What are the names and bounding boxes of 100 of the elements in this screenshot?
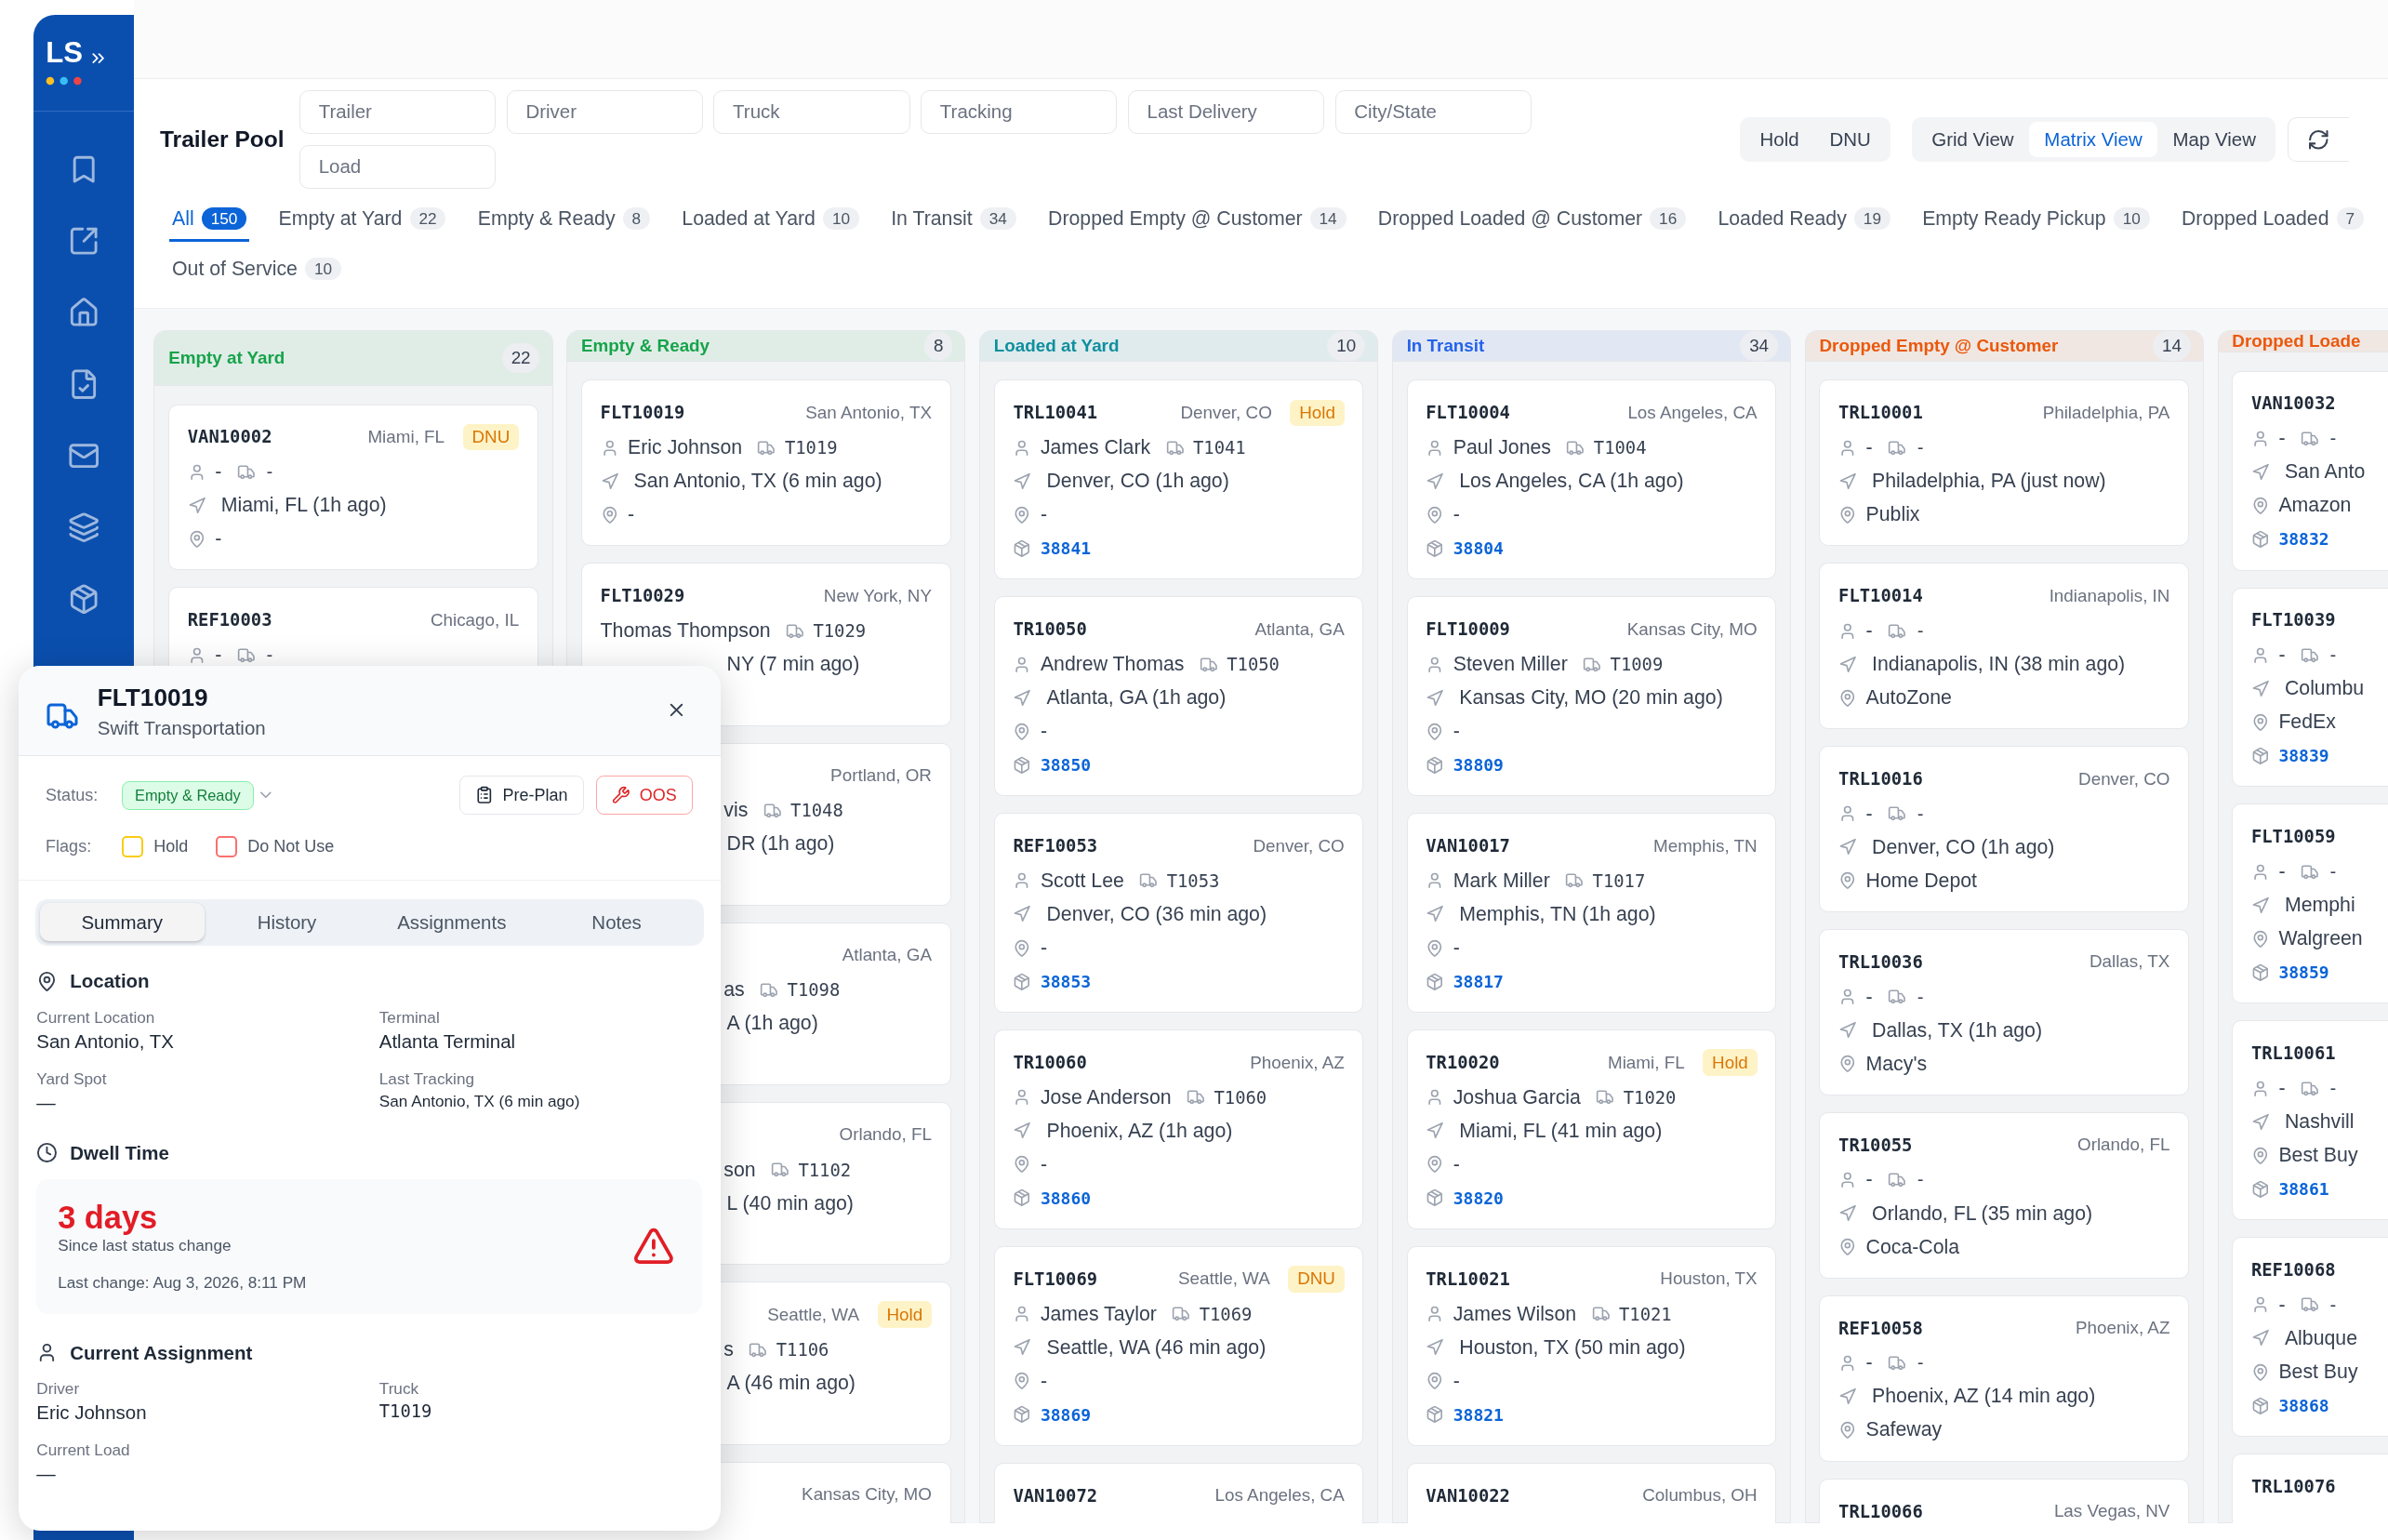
truck-number: -	[2328, 645, 2339, 666]
city-label: Dallas, TX	[2089, 951, 2170, 973]
trailer-id: TRL10041	[1013, 403, 1098, 423]
driver-name: -	[1865, 1168, 1873, 1192]
column-title: Loaded at Yard	[993, 335, 1120, 356]
site-name: -	[1040, 719, 1047, 743]
trailer-id: TRL10061	[2250, 1043, 2336, 1064]
trailer-id: FLT10004	[1426, 403, 1510, 423]
city-label: Orlando, FL	[2077, 1135, 2170, 1156]
driver-name: Mark Miller	[1453, 869, 1550, 893]
truck-number: -	[1915, 1170, 1926, 1190]
flags-label: Flags:	[46, 836, 93, 856]
site-name: -	[628, 503, 635, 527]
field-value: Eric Johnson	[36, 1401, 148, 1425]
last-location: Denver, CO (1h ago)	[1872, 835, 2055, 859]
truck-number: T1017	[1592, 870, 1646, 891]
city-label: Miami, FL	[367, 426, 445, 447]
last-location: Miami, FL (41 min ago)	[1459, 1119, 1663, 1143]
last-location: DR (1h ago)	[726, 832, 835, 856]
driver-name: Andrew Thomas	[1040, 652, 1185, 676]
driver-name: -	[2278, 859, 2286, 883]
last-location: Los Angeles, CA (1h ago)	[1459, 470, 1684, 493]
driver-name: son	[723, 1158, 756, 1182]
city-label: New York, NY	[823, 585, 932, 606]
city-label: Philadelphia, PA	[2042, 402, 2170, 423]
last-location: Philadelphia, PA (just now)	[1872, 470, 2106, 493]
driver-name: Scott Lee	[1040, 869, 1124, 893]
driver-name: -	[1865, 985, 1873, 1009]
column-count: 10	[1327, 330, 1366, 361]
city-label: Atlanta, GA	[1254, 618, 1345, 640]
truck-number: T1060	[1214, 1087, 1267, 1108]
last-location: Seattle, WA (46 min ago)	[1046, 1335, 1267, 1360]
city-label: Chicago, IL	[430, 609, 520, 631]
truck-number: T1102	[798, 1160, 852, 1180]
section-title: Location	[70, 970, 150, 993]
trailer-id: TRL10021	[1426, 1268, 1510, 1289]
column-title: Dropped Loade	[2232, 330, 2361, 352]
truck-number: T1021	[1619, 1304, 1672, 1324]
site-name: Walgreen	[2278, 927, 2363, 951]
site-name: -	[1453, 936, 1460, 960]
trailer-id: VAN10072	[1013, 1485, 1098, 1506]
last-location: Columbu	[2284, 677, 2365, 701]
trailer-id: VAN10017	[1426, 836, 1510, 856]
count-badge: 7	[2336, 207, 2364, 231]
city-label: Memphis, TN	[1653, 835, 1758, 856]
driver-name: -	[2278, 1293, 2286, 1317]
truck-number: T1029	[813, 620, 867, 641]
driver-name: -	[215, 644, 222, 667]
driver-name: Jose Anderson	[1040, 1085, 1172, 1109]
driver-name: Joshua Garcia	[1453, 1085, 1581, 1109]
trailer-id: FLT10029	[600, 586, 685, 606]
driver-name: James Wilson	[1453, 1302, 1577, 1326]
page-title: Trailer Pool	[159, 126, 285, 153]
site-name: -	[1453, 719, 1460, 743]
trailer-id: FLT10069	[1013, 1268, 1098, 1289]
truck-number: -	[264, 462, 275, 483]
count-badge: 10	[2113, 207, 2150, 231]
field-value: T1019	[378, 1401, 433, 1422]
driver-name: s	[723, 1337, 734, 1361]
truck-number: -	[1915, 987, 1926, 1007]
last-location: San Antonio, TX (6 min ago)	[633, 470, 882, 493]
trailer-id: VAN10032	[2250, 393, 2336, 414]
site-name: Coca-Cola	[1865, 1235, 1960, 1259]
trailer-id: TR10060	[1013, 1053, 1087, 1072]
last-location: A (46 min ago)	[726, 1371, 856, 1395]
field-label: Truck	[378, 1378, 420, 1399]
site-name: Publix	[1865, 503, 1920, 527]
column-count: 22	[501, 343, 540, 373]
site-name: -	[215, 527, 222, 551]
field-value: San Antonio, TX (6 min ago)	[378, 1092, 581, 1112]
count-badge: 19	[1854, 207, 1890, 231]
site-name: Amazon	[2278, 494, 2352, 518]
driver-name: as	[723, 978, 745, 1002]
last-location: Phoenix, AZ (1h ago)	[1046, 1119, 1233, 1143]
last-location: Atlanta, GA (1h ago)	[1046, 685, 1227, 710]
truck-number: T1041	[1192, 437, 1246, 458]
trailer-id: TR10020	[1426, 1053, 1500, 1072]
driver-name: Eric Johnson	[628, 435, 743, 459]
driver-name: -	[215, 460, 222, 485]
site-name: FedEx	[2278, 710, 2336, 735]
field-value: Atlanta Terminal	[378, 1030, 517, 1054]
count-badge: 22	[409, 207, 446, 231]
trailer-id: REF10068	[2250, 1260, 2336, 1281]
count-badge: 150	[201, 207, 247, 231]
city-label: Seattle, WA	[1178, 1268, 1270, 1290]
trailer-id: TRL10001	[1838, 403, 1923, 423]
status-label: Status:	[46, 785, 100, 805]
site-name: Safeway	[1865, 1418, 1943, 1442]
last-location: NY (7 min ago)	[726, 652, 860, 676]
truck-number: -	[2328, 429, 2339, 449]
dwell-caption: Since last status change	[58, 1235, 232, 1255]
city-label: Phoenix, AZ	[1250, 1052, 1345, 1073]
site-name: -	[1040, 1152, 1047, 1176]
field-value: —	[36, 1463, 57, 1486]
site-name: -	[1040, 1369, 1047, 1393]
last-location: Memphis, TN (1h ago)	[1459, 902, 1656, 926]
site-name: Home Depot	[1865, 869, 1977, 893]
site-name: -	[1453, 503, 1460, 527]
last-location: Denver, CO (36 min ago)	[1046, 902, 1267, 926]
status-badge: DNU	[462, 423, 520, 451]
